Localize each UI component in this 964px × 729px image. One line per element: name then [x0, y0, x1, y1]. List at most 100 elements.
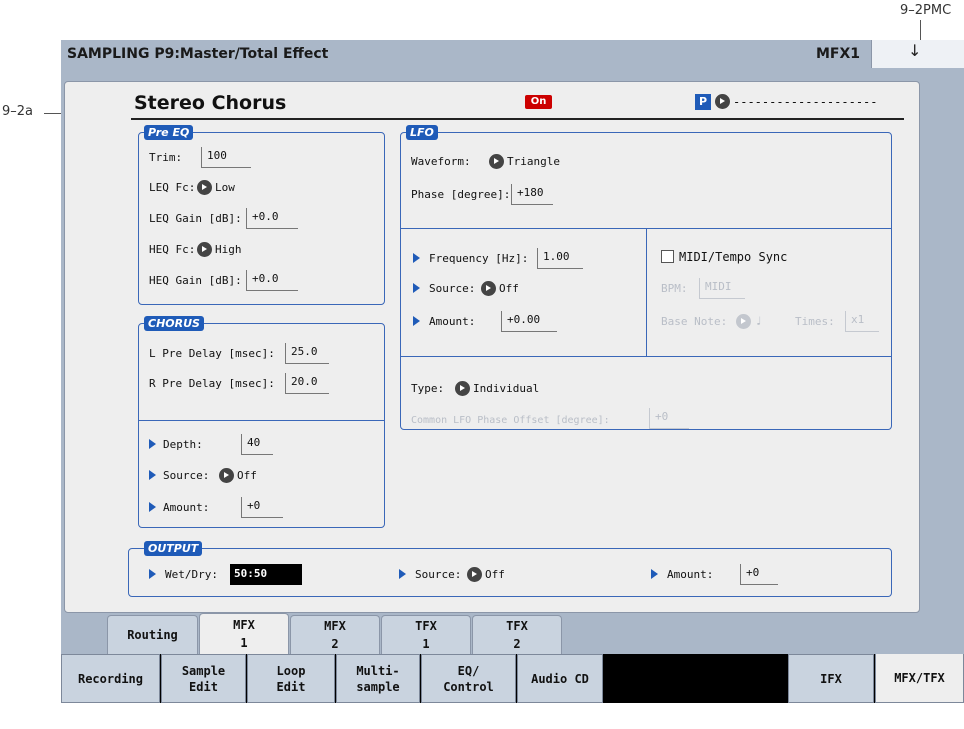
lfo-source-label: Source: — [429, 282, 476, 295]
wetdry-mod-arrow-icon[interactable] — [149, 569, 156, 579]
tab-tfx-1[interactable]: TFX 1 — [381, 615, 471, 654]
mode-tab-sample-edit-line1: Sample — [181, 663, 226, 678]
chorus-source-arrow-icon[interactable] — [149, 470, 156, 480]
phase-field[interactable]: +180 — [511, 184, 553, 205]
lfo-type-popup-button[interactable] — [455, 381, 470, 396]
waveform-popup-button[interactable] — [489, 154, 504, 169]
output-source-value: Off — [485, 568, 505, 581]
mode-tab-multisample-line2: sample — [356, 679, 400, 694]
page-menu-button[interactable]: ↓ — [871, 40, 964, 68]
annotation-2a: 9–2a — [2, 104, 34, 119]
bpm-field[interactable]: MIDI — [699, 278, 745, 299]
l-pre-delay-label: L Pre Delay [msec]: — [149, 347, 275, 360]
waveform-label: Waveform: — [411, 155, 471, 168]
lfo-amount-label: Amount: — [429, 315, 476, 328]
leq-fc-popup-button[interactable] — [197, 180, 212, 195]
common-phase-field[interactable]: +0 — [649, 408, 689, 429]
preset-badge[interactable]: P — [695, 94, 711, 110]
chorus-amount-label: Amount: — [163, 501, 210, 514]
output-source-label: Source: — [415, 568, 462, 581]
mode-tab-loop-edit-line1: Loop — [276, 663, 306, 678]
chorus-divider — [139, 420, 384, 421]
wetdry-field[interactable]: 50:50 — [230, 564, 302, 585]
mode-tab-eq-control-line1: EQ/ — [457, 663, 480, 678]
depth-mod-arrow-icon[interactable] — [149, 439, 156, 449]
mode-tab-loop-edit-line2: Edit — [276, 679, 306, 694]
lfo-divider-2 — [401, 356, 891, 357]
lfo-source-arrow-icon[interactable] — [413, 283, 420, 293]
leq-gain-field[interactable]: +0.0 — [246, 208, 298, 229]
mode-tab-recording[interactable]: Recording — [61, 654, 160, 703]
lfo-amount-field[interactable]: +0.00 — [501, 311, 557, 332]
r-pre-delay-field[interactable]: 20.0 — [285, 373, 329, 394]
effect-name: Stereo Chorus — [134, 92, 287, 114]
effect-panel: Stereo Chorus On P -------------------- … — [64, 81, 920, 613]
depth-field[interactable]: 40 — [241, 434, 273, 455]
mode-tab-ifx[interactable]: IFX — [788, 654, 874, 703]
chorus-source-popup-button[interactable] — [219, 468, 234, 483]
output-amount-field[interactable]: +0 — [740, 564, 778, 585]
lfo-source-value: Off — [499, 282, 519, 295]
lfo-type-label: Type: — [411, 382, 445, 395]
chevron-down-icon: ↓ — [908, 41, 922, 60]
chorus-amount-field[interactable]: +0 — [241, 497, 283, 518]
tab-mfx-2-label-line2: 2 — [331, 637, 339, 651]
page-title: SAMPLING P9:Master/Total Effect — [67, 46, 329, 62]
mode-tab-loop-edit[interactable]: Loop Edit — [247, 654, 335, 703]
trim-label: Trim: — [149, 151, 183, 164]
depth-label: Depth: — [163, 438, 203, 451]
midi-tempo-sync-checkbox[interactable] — [661, 250, 674, 263]
tab-tfx-2-label-line2: 2 — [513, 637, 521, 651]
mode-tab-recording-label: Recording — [77, 671, 144, 686]
tab-mfx-1[interactable]: MFX 1 — [199, 613, 289, 654]
base-note-value: ♩ — [755, 314, 763, 328]
lfo-vertical-divider — [646, 228, 647, 356]
wetdry-label: Wet/Dry: — [165, 568, 218, 581]
bpm-label: BPM: — [661, 282, 688, 295]
lfo-source-popup-button[interactable] — [481, 281, 496, 296]
chorus-source-label: Source: — [163, 469, 210, 482]
effect-on-badge[interactable]: On — [525, 95, 552, 109]
preset-popup-button[interactable] — [715, 94, 730, 109]
mode-tab-mfx-tfx[interactable]: MFX/TFX — [875, 654, 964, 703]
heq-gain-field[interactable]: +0.0 — [246, 270, 298, 291]
heq-gain-label: HEQ Gain [dB]: — [149, 274, 242, 287]
mode-tab-mfx-tfx-label: MFX/TFX — [894, 671, 945, 685]
tab-mfx-2[interactable]: MFX 2 — [290, 615, 380, 654]
tab-routing-label: Routing — [127, 628, 178, 642]
tab-routing[interactable]: Routing — [107, 615, 198, 654]
times-field[interactable]: x1 — [845, 311, 879, 332]
mode-tab-sample-edit-line2: Edit — [189, 679, 218, 694]
mode-tab-eq-control[interactable]: EQ/Control — [421, 654, 516, 703]
l-pre-delay-field[interactable]: 25.0 — [285, 343, 329, 364]
frequency-field[interactable]: 1.00 — [537, 248, 583, 269]
chorus-amount-arrow-icon[interactable] — [149, 502, 156, 512]
heq-fc-popup-button[interactable] — [197, 242, 212, 257]
midi-tempo-sync-label: MIDI/Tempo Sync — [679, 250, 788, 264]
chorus-source-value: Off — [237, 469, 257, 482]
mode-tab-multisample[interactable]: Multi-sample — [336, 654, 420, 703]
base-note-popup-button[interactable] — [736, 314, 751, 329]
mode-tab-multisample-line1: Multi- — [356, 663, 400, 678]
leq-fc-value: Low — [215, 181, 235, 194]
mode-tab-audio-cd[interactable]: Audio CD — [517, 654, 603, 703]
lfo-amount-arrow-icon[interactable] — [413, 316, 420, 326]
phase-label: Phase [degree]: — [411, 188, 511, 201]
r-pre-delay-label: R Pre Delay [msec]: — [149, 377, 275, 390]
lcd-screen: SAMPLING P9:Master/Total Effect MFX1 ↓ S… — [61, 40, 964, 703]
common-phase-label: Common LFO Phase Offset [degree]: — [411, 415, 610, 426]
output-source-arrow-icon[interactable] — [399, 569, 406, 579]
frequency-mod-arrow-icon[interactable] — [413, 253, 420, 263]
chorus-section-label: CHORUS — [144, 316, 204, 331]
tab-tfx-2-label-line1: TFX — [506, 619, 528, 633]
tab-tfx-1-label-line2: 1 — [422, 637, 430, 651]
leq-gain-label: LEQ Gain [dB]: — [149, 212, 242, 225]
output-source-popup-button[interactable] — [467, 567, 482, 582]
lfo-type-value: Individual — [473, 382, 540, 395]
trim-field[interactable]: 100 — [201, 147, 251, 168]
output-amount-arrow-icon[interactable] — [651, 569, 658, 579]
preset-name-dashes: -------------------- — [733, 95, 878, 109]
tab-tfx-1-label-line1: TFX — [415, 619, 437, 633]
mode-tab-sample-edit[interactable]: Sample Edit — [161, 654, 246, 703]
tab-tfx-2[interactable]: TFX 2 — [472, 615, 562, 654]
